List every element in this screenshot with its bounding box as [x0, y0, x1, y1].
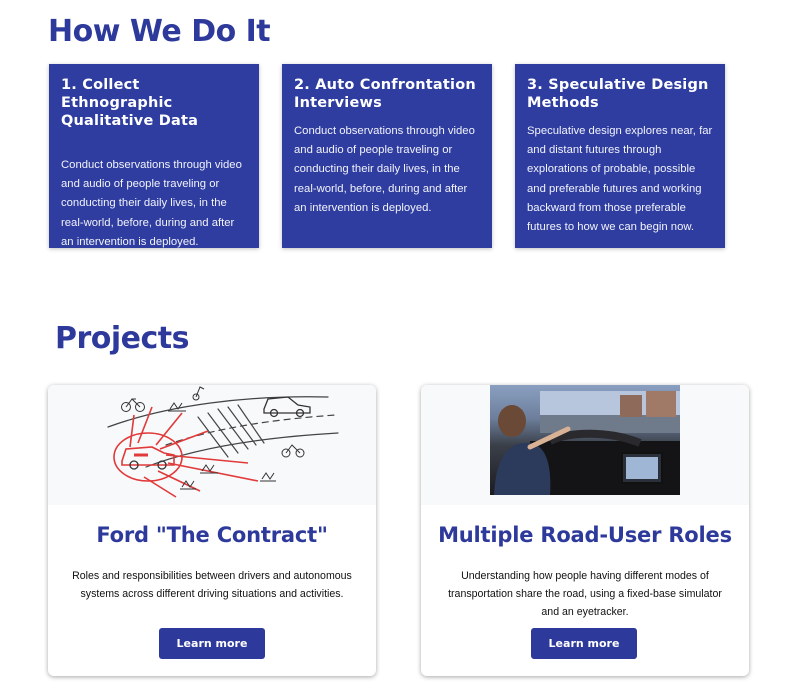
method-card-title: 1. Collect Ethnographic Qualitative Data	[61, 77, 199, 129]
project-image-simulator	[421, 385, 749, 505]
road-users-sketch-illustration	[107, 386, 339, 498]
learn-more-button[interactable]: Learn more	[159, 628, 265, 659]
project-title: Multiple Road-User Roles	[438, 523, 732, 547]
project-description: Understanding how people having differen…	[448, 570, 722, 618]
learn-more-button[interactable]: Learn more	[531, 628, 637, 659]
method-card-title: 3. Speculative Design Methods	[527, 77, 709, 111]
method-card-description: Conduct observations through video and a…	[294, 125, 475, 214]
how-we-do-it-heading: How We Do It	[48, 14, 271, 49]
method-card-title: 2. Auto Confrontation Interviews	[294, 77, 476, 111]
method-card-description: Speculative design explores near, far an…	[527, 125, 713, 234]
method-card-description: Conduct observations through video and a…	[61, 159, 242, 248]
project-image-sketch	[48, 385, 376, 505]
project-card-ford-contract: Ford "The Contract" Roles and responsibi…	[48, 385, 376, 676]
method-card-speculative-design: 3. Speculative Design Methods Speculativ…	[515, 64, 725, 248]
project-card-multiple-road-user-roles: Multiple Road-User Roles Understanding h…	[421, 385, 749, 676]
method-card-ethnographic: 1. Collect Ethnographic Qualitative Data…	[49, 64, 259, 248]
driving-simulator-photo	[490, 385, 680, 495]
projects-heading: Projects	[55, 321, 190, 356]
project-title: Ford "The Contract"	[96, 523, 328, 547]
method-card-auto-confrontation: 2. Auto Confrontation Interviews Conduct…	[282, 64, 492, 248]
project-description: Roles and responsibilities between drive…	[72, 570, 352, 600]
